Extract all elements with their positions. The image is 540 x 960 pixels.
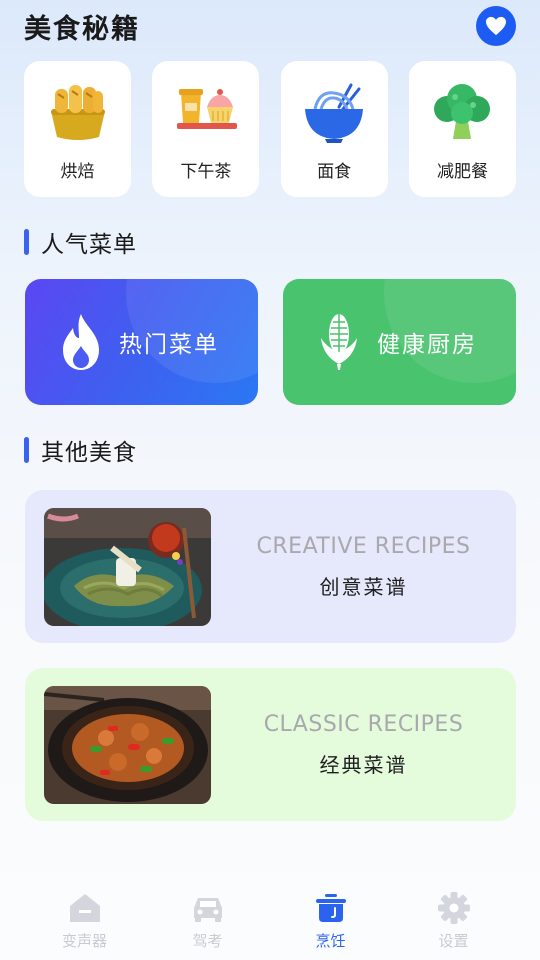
section-title: 人气菜单 [41, 232, 137, 258]
gear-icon [437, 892, 470, 924]
afternoon-tea-icon [176, 89, 237, 129]
health-kitchen-label: 健康厨房 [377, 332, 477, 358]
page-title: 美食秘籍 [24, 13, 140, 45]
recipe-title-cn: 经典菜谱 [319, 752, 408, 777]
bottom-tab-bar: 变声器 驾考 烹饪 设置 [0, 880, 540, 960]
recipe-title-en: CREATIVE RECIPES [256, 533, 471, 559]
category-label: 减肥餐 [436, 162, 488, 182]
tab-driving-test[interactable]: 驾考 [146, 880, 269, 960]
noodle-bowl-icon [305, 83, 364, 143]
section-other: 其他美食 [24, 433, 137, 467]
classic-recipes-text: CLASSIC RECIPES 经典菜谱 [211, 712, 516, 778]
tab-label: 烹饪 [315, 932, 346, 950]
recipe-title-en: CLASSIC RECIPES [263, 711, 464, 737]
car-icon [193, 898, 222, 922]
tab-settings[interactable]: 设置 [392, 880, 515, 960]
favorite-button[interactable] [476, 6, 516, 46]
classic-recipes-card[interactable]: CLASSIC RECIPES 经典菜谱 [25, 668, 516, 821]
home-icon [69, 894, 100, 922]
section-popular: 人气菜单 [24, 225, 137, 259]
creative-recipes-image [44, 507, 211, 626]
bread-icon [50, 85, 105, 140]
hot-menu-label: 热门菜单 [119, 332, 219, 358]
category-grid: 烘焙 下午茶 面食 减肥餐 [24, 61, 516, 197]
category-diet[interactable]: 减肥餐 [408, 61, 516, 197]
tab-label: 驾考 [192, 932, 223, 950]
corn-icon [321, 314, 357, 370]
broccoli-icon [434, 84, 491, 139]
header: 美食秘籍 [24, 6, 516, 46]
tab-cooking[interactable]: 烹饪 [269, 880, 392, 960]
category-baking[interactable]: 烘焙 [24, 61, 131, 197]
classic-recipes-image [44, 685, 211, 804]
tab-voice-changer[interactable]: 变声器 [23, 880, 146, 960]
creative-recipes-card[interactable]: CREATIVE RECIPES 创意菜谱 [25, 490, 516, 643]
flame-icon [63, 314, 99, 370]
cooking-pot-icon [315, 894, 346, 922]
health-kitchen-card[interactable]: 健康厨房 [283, 279, 516, 405]
tab-label: 设置 [438, 932, 469, 950]
creative-recipes-text: CREATIVE RECIPES 创意菜谱 [211, 534, 516, 600]
recipe-title-cn: 创意菜谱 [319, 574, 408, 599]
heart-icon [486, 16, 506, 36]
category-label: 下午茶 [180, 162, 232, 182]
category-label: 烘焙 [60, 162, 95, 182]
section-marker [24, 437, 29, 463]
section-marker [24, 229, 29, 255]
category-noodles[interactable]: 面食 [280, 61, 388, 197]
category-afternoon-tea[interactable]: 下午茶 [152, 61, 260, 197]
section-title: 其他美食 [41, 440, 137, 466]
tab-label: 变声器 [61, 932, 107, 950]
category-label: 面食 [317, 162, 352, 182]
hot-menu-card[interactable]: 热门菜单 [25, 279, 258, 405]
